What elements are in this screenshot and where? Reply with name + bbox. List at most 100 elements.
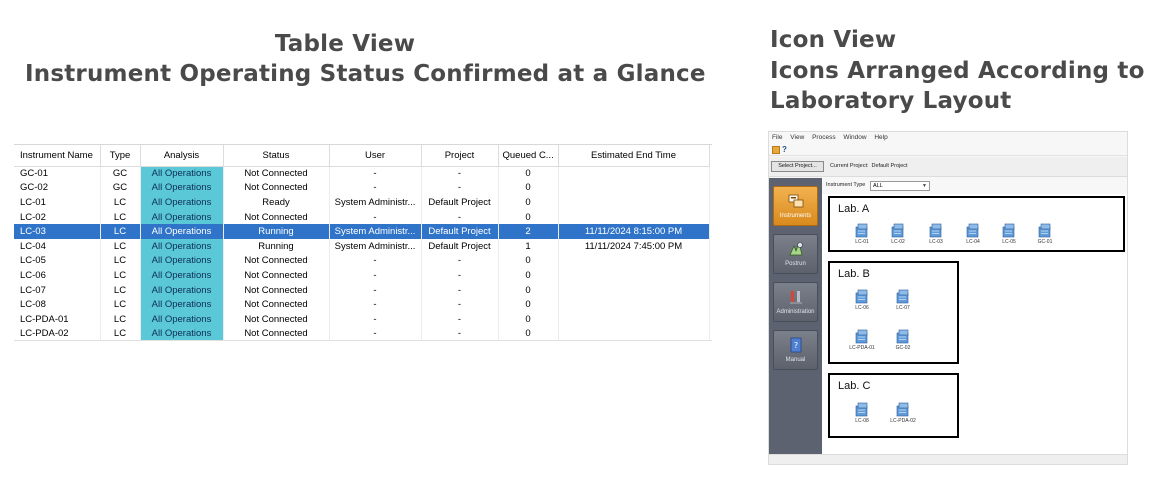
menu-help[interactable]: Help xyxy=(874,134,887,141)
instrument-tile[interactable]: LC-05 xyxy=(991,222,1027,245)
table-row[interactable]: LC-02 LC All Operations Not Connected - -0 xyxy=(14,209,710,225)
cell-status: Not Connected xyxy=(223,326,330,340)
cell-estimated-end-time xyxy=(558,195,710,210)
table-row[interactable]: LC-07 LC All Operations Not Connected - -0 xyxy=(14,282,710,298)
cell-project: - xyxy=(421,209,499,225)
lab-title: Lab. B xyxy=(838,268,870,280)
cell-status: Not Connected xyxy=(223,209,330,225)
sidebar-item-instruments[interactable]: Instruments xyxy=(773,186,818,226)
table-view-title: Table View xyxy=(274,31,416,57)
cell-user: - xyxy=(329,209,422,225)
table-view-subtitle: Instrument Operating Status Confirmed at… xyxy=(25,61,706,87)
current-project-value: Default Project xyxy=(871,163,908,169)
instrument-tile[interactable]: LC-04 xyxy=(955,222,991,245)
sidebar-item-administration[interactable]: Administration xyxy=(773,282,818,322)
column-header-analysis[interactable]: Analysis xyxy=(140,145,224,167)
cell-type: LC xyxy=(100,297,141,312)
instrument-icon xyxy=(966,223,979,238)
cell-instrument-name: LC-03 xyxy=(14,224,101,239)
project-bar: Select Project... Current Project: Defaul… xyxy=(769,157,1127,177)
status-bar xyxy=(769,454,1127,464)
instrument-tile[interactable]: GC-02 xyxy=(885,328,921,351)
menu-process[interactable]: Process xyxy=(812,134,835,141)
cell-user: - xyxy=(329,166,422,181)
cell-user: - xyxy=(329,297,422,312)
instrument-icon xyxy=(855,289,868,304)
instrument-tile[interactable]: LC-06 xyxy=(844,288,880,311)
cell-queued: 0 xyxy=(498,282,559,298)
instrument-tile[interactable]: LC-01 xyxy=(844,222,880,245)
cell-project: - xyxy=(421,297,499,312)
cell-estimated-end-time: 11/11/2024 7:45:00 PM xyxy=(558,238,710,254)
cell-analysis: All Operations xyxy=(140,180,224,196)
table-row[interactable]: GC-01 GC All Operations Not Connected - -0 xyxy=(14,166,710,181)
postrun-icon xyxy=(788,241,803,256)
column-header-type[interactable]: Type xyxy=(100,145,141,167)
help-icon[interactable]: ? xyxy=(782,146,790,154)
instrument-tile[interactable]: GC-01 xyxy=(1027,222,1063,245)
table-row[interactable]: LC-03 LC All Operations Running System Admin… xyxy=(14,224,710,239)
cell-estimated-end-time xyxy=(558,166,710,181)
cell-queued: 0 xyxy=(498,253,559,269)
table-row[interactable]: LC-01 LC All Operations Ready System Adminis… xyxy=(14,195,710,210)
cell-instrument-name: LC-PDA-01 xyxy=(14,311,101,327)
cell-analysis: All Operations xyxy=(140,195,224,210)
column-header-status[interactable]: Status xyxy=(223,145,330,167)
cell-type: GC xyxy=(100,166,141,181)
instrument-label: LC-08 xyxy=(855,418,869,424)
cell-type: LC xyxy=(100,195,141,210)
cell-queued: 0 xyxy=(498,166,559,181)
open-folder-icon[interactable] xyxy=(772,146,780,154)
cell-instrument-name: LC-06 xyxy=(14,268,101,283)
administration-icon xyxy=(789,291,802,304)
sidebar-label-postrun: Postrun xyxy=(785,261,806,267)
cell-analysis: All Operations xyxy=(140,224,224,239)
select-project-button[interactable]: Select Project... xyxy=(771,161,824,172)
instrument-label: LC-05 xyxy=(1002,239,1016,245)
instrument-label: LC-PDA-01 xyxy=(849,345,875,351)
table-row[interactable]: LC-PDA-01 LC All Operations Not Connected - -… xyxy=(14,311,710,327)
instrument-tile[interactable]: LC-PDA-02 xyxy=(885,401,921,424)
instrument-tile[interactable]: LC-PDA-01 xyxy=(844,328,880,351)
table-row[interactable]: LC-04 LC All Operations Running System Admin… xyxy=(14,238,710,254)
instrument-tile[interactable]: LC-07 xyxy=(885,288,921,311)
instrument-tile[interactable]: LC-02 xyxy=(880,222,916,245)
instrument-type-select[interactable]: ALL ▼ xyxy=(870,181,930,191)
cell-type: LC xyxy=(100,268,141,283)
column-header-queued[interactable]: Queued C... xyxy=(498,145,559,167)
cell-type: LC xyxy=(100,282,141,298)
table-row[interactable]: LC-05 LC All Operations Not Connected - -0 xyxy=(14,253,710,269)
menu-view[interactable]: View xyxy=(790,134,804,141)
cell-status: Not Connected xyxy=(223,282,330,298)
instrument-tile[interactable]: LC-08 xyxy=(844,401,880,424)
table-row[interactable]: LC-08 LC All Operations Not Connected - -0 xyxy=(14,297,710,312)
cell-user: System Administr... xyxy=(329,224,422,239)
chevron-down-icon: ▼ xyxy=(922,183,927,189)
instrument-tile[interactable]: LC-03 xyxy=(918,222,954,245)
cell-instrument-name: LC-01 xyxy=(14,195,101,210)
cell-type: LC xyxy=(100,311,141,327)
instrument-icon xyxy=(855,223,868,238)
instrument-icon xyxy=(1038,223,1051,238)
cell-user: - xyxy=(329,311,422,327)
instrument-label: GC-02 xyxy=(895,345,911,351)
menu-window[interactable]: Window xyxy=(843,134,866,141)
table-row[interactable]: GC-02 GC All Operations Not Connected - -0 xyxy=(14,180,710,196)
sidebar-item-postrun[interactable]: Postrun xyxy=(773,234,818,274)
cell-instrument-name: GC-01 xyxy=(14,166,101,181)
table-row[interactable]: LC-06 LC All Operations Not Connected - -0 xyxy=(14,268,710,283)
cell-queued: 0 xyxy=(498,326,559,340)
cell-user: - xyxy=(329,268,422,283)
cell-instrument-name: LC-08 xyxy=(14,297,101,312)
icon-view-title: Icon View xyxy=(770,27,897,53)
menu-file[interactable]: File xyxy=(772,134,782,141)
cell-analysis: All Operations xyxy=(140,282,224,298)
instrument-icon xyxy=(896,329,909,344)
column-header-instrument-name[interactable]: Instrument Name xyxy=(14,145,101,167)
column-header-estimated-end-time[interactable]: Estimated End Time xyxy=(558,145,710,167)
cell-estimated-end-time xyxy=(558,209,710,225)
column-header-project[interactable]: Project xyxy=(421,145,499,167)
sidebar-item-manual[interactable]: ? Manual xyxy=(773,330,818,370)
table-row[interactable]: LC-PDA-02 LC All Operations Not Connected - -… xyxy=(14,326,710,340)
column-header-user[interactable]: User xyxy=(329,145,422,167)
